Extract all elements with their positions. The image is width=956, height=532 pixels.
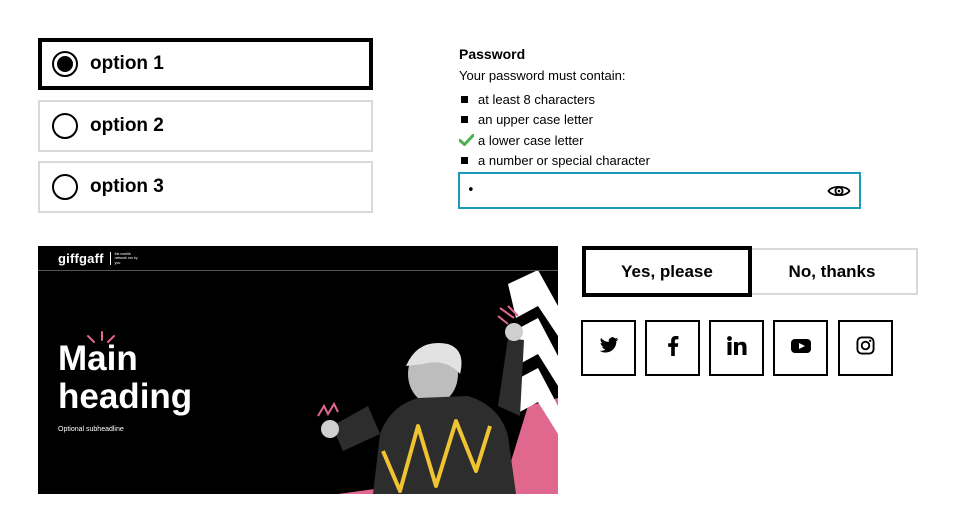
radio-button[interactable]: [52, 174, 78, 200]
radio-button[interactable]: [52, 113, 78, 139]
radio-dot: [57, 56, 73, 72]
giffgaff-logo: giffgaff: [58, 251, 104, 266]
checkmark-icon: [459, 134, 476, 147]
bullet-icon: [461, 95, 468, 103]
eye-icon[interactable]: [819, 174, 859, 207]
requirement-text: a lower case letter: [478, 132, 584, 148]
radio-label: option 2: [90, 115, 164, 136]
hero-heading-line: heading: [58, 377, 193, 416]
twitter-icon: [599, 337, 619, 359]
requirement-item: at least 8 characters: [459, 89, 650, 110]
facebook-icon: [667, 335, 679, 361]
password-field[interactable]: [458, 172, 861, 209]
password-requirements: at least 8 characters an upper case lett…: [459, 89, 650, 171]
requirement-item: a number or special character: [459, 151, 650, 172]
password-input[interactable]: [460, 174, 819, 207]
instagram-button[interactable]: [838, 320, 893, 376]
radio-label: option 1: [90, 53, 164, 74]
hero-heading-line: Main: [58, 339, 138, 378]
yes-please-button[interactable]: Yes, please: [582, 246, 752, 297]
password-hint: Your password must contain:: [459, 68, 626, 83]
hero-banner: giffgaff the mobile network run by you M…: [38, 246, 558, 494]
brand-tagline: the mobile network run by you: [109, 252, 144, 265]
linkedin-icon: [726, 336, 747, 360]
radio-button-checked[interactable]: [52, 51, 78, 77]
requirement-item-met: a lower case letter: [459, 130, 650, 151]
divider: [38, 270, 558, 271]
instagram-icon: [856, 336, 875, 360]
hero-heading: Main heading: [58, 340, 192, 416]
youtube-icon: [790, 338, 811, 358]
bullet-icon: [461, 116, 468, 124]
requirement-text: an upper case letter: [478, 112, 593, 128]
hero-subheadline: Optional subheadline: [58, 426, 124, 433]
no-thanks-button[interactable]: No, thanks: [748, 248, 918, 295]
twitter-button[interactable]: [581, 320, 636, 376]
radio-option-2[interactable]: option 2: [38, 100, 373, 152]
linkedin-button[interactable]: [709, 320, 764, 376]
youtube-button[interactable]: [773, 320, 828, 376]
bullet-icon: [461, 157, 468, 165]
requirement-text: a number or special character: [478, 153, 650, 169]
facebook-button[interactable]: [645, 320, 700, 376]
radio-label: option 3: [90, 176, 164, 197]
brand: giffgaff the mobile network run by you: [58, 251, 144, 266]
password-label: Password: [459, 46, 526, 62]
radio-option-3[interactable]: option 3: [38, 161, 373, 213]
requirement-item: an upper case letter: [459, 110, 650, 131]
radio-option-1[interactable]: option 1: [38, 38, 373, 90]
requirement-text: at least 8 characters: [478, 91, 596, 107]
